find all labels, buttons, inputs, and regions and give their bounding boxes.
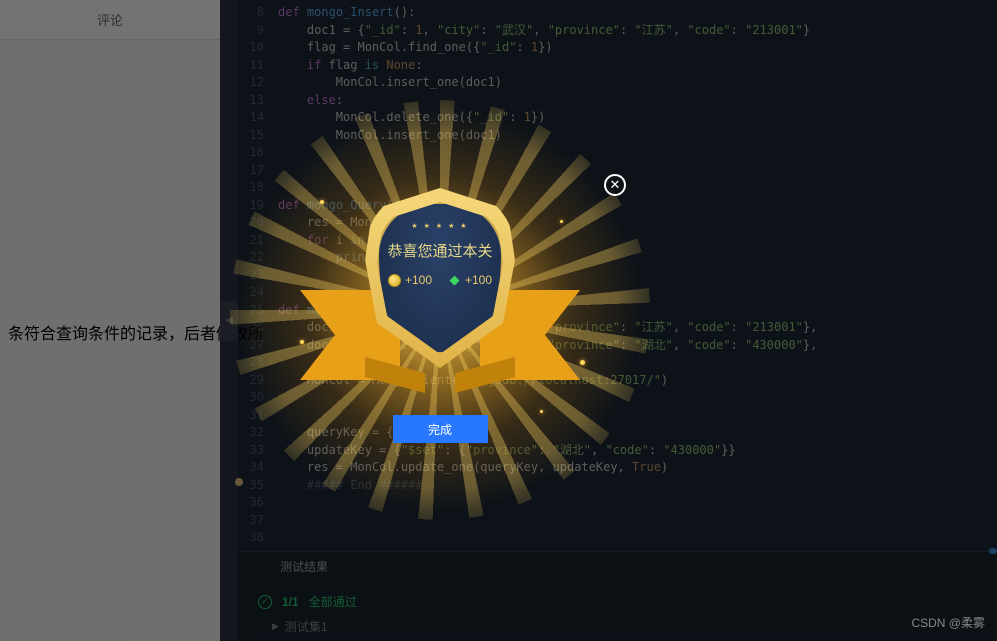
- gem-reward: ◆ +100: [448, 273, 492, 287]
- score-row: +100 ◆ +100: [388, 273, 492, 287]
- particle: [580, 360, 585, 365]
- gem-icon: ◆: [448, 274, 461, 287]
- achievement-badge: ★ ★ ★ ★ ★ 恭喜您通过本关 +100 ◆ +100: [335, 180, 545, 390]
- close-button[interactable]: ✕: [604, 174, 626, 196]
- particle: [540, 410, 543, 413]
- csdn-watermark: CSDN @柔雾: [911, 614, 985, 631]
- done-button[interactable]: 完成: [393, 415, 488, 443]
- success-title: 恭喜您通过本关: [387, 240, 492, 261]
- coin-reward: +100: [388, 273, 432, 287]
- coin-icon: [388, 274, 401, 287]
- coin-amount: +100: [405, 273, 432, 287]
- particle: [560, 220, 563, 223]
- success-modal: ✕ ★ ★ ★ ★ ★ 恭喜您通过本关 +100 ◆ +100: [280, 160, 600, 443]
- particle: [320, 200, 324, 204]
- close-icon: ✕: [610, 177, 621, 193]
- stars-decoration: ★ ★ ★ ★ ★: [411, 222, 468, 230]
- gem-amount: +100: [465, 273, 492, 287]
- shield-inner: ★ ★ ★ ★ ★ 恭喜您通过本关 +100 ◆ +100: [377, 202, 503, 354]
